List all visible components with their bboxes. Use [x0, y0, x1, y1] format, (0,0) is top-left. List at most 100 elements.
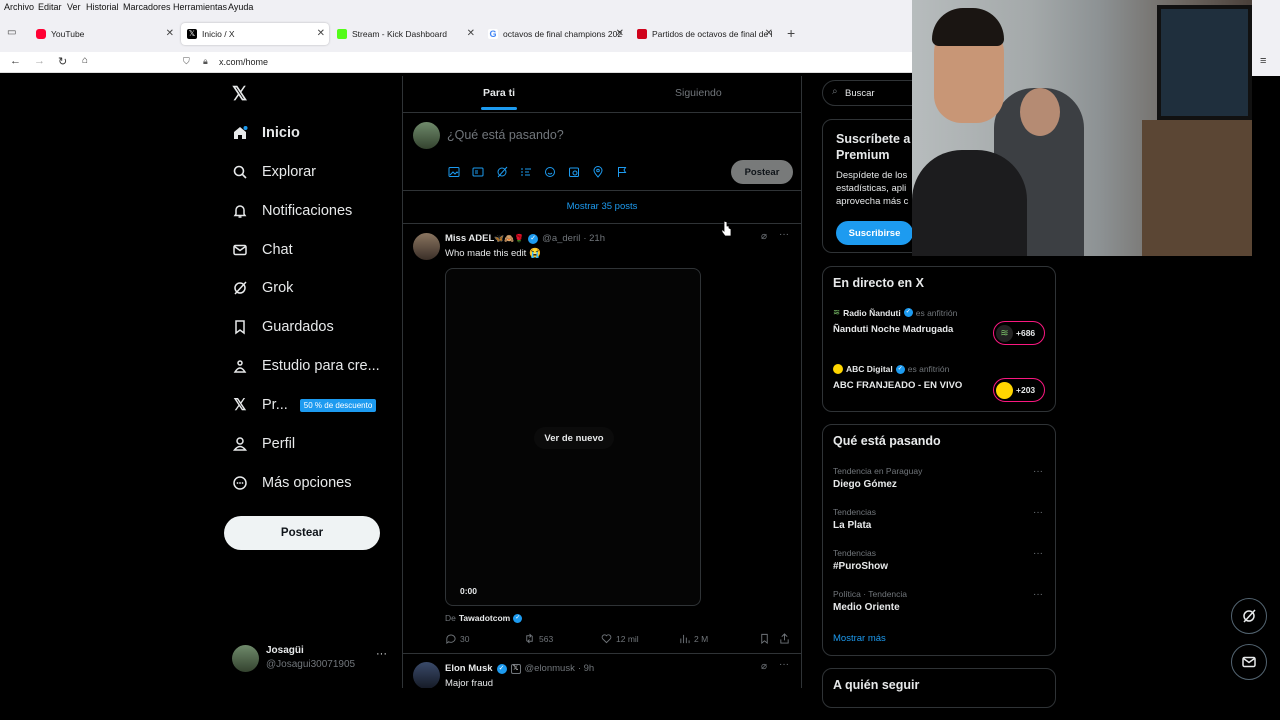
- grok-icon[interactable]: ⌀: [761, 231, 767, 242]
- tweet-time[interactable]: · 21h: [583, 233, 605, 244]
- tab-siguiendo[interactable]: Siguiendo: [675, 87, 722, 99]
- close-icon[interactable]: ✕: [467, 28, 475, 39]
- trend-item[interactable]: Tendencia en Paraguay Diego Gómez: [833, 466, 1047, 490]
- compose-input[interactable]: ¿Qué está pasando?: [447, 128, 564, 142]
- url-text[interactable]: x.com/home: [219, 57, 268, 67]
- avatar[interactable]: [413, 662, 440, 688]
- show-more-posts[interactable]: Mostrar 35 posts: [403, 201, 801, 212]
- tab-x-home[interactable]: 𝕏 Inicio / X ✕: [181, 23, 329, 45]
- reload-icon[interactable]: ↻: [58, 55, 67, 68]
- trend-item[interactable]: Tendencias #PuroShow: [833, 548, 1047, 572]
- nav-notificaciones[interactable]: Notificaciones: [232, 199, 352, 223]
- author-handle[interactable]: @elonmusk: [525, 663, 575, 674]
- more-icon[interactable]: ···: [1033, 466, 1043, 477]
- like-button[interactable]: 12 mil: [601, 633, 639, 644]
- tweet[interactable]: Miss ADEL 🦋🙈🌹 ✓ @a_deril · 21h ⌀ ··· Who…: [403, 224, 801, 652]
- reply-button[interactable]: 30: [445, 633, 469, 644]
- nav-mas-opciones[interactable]: Más opciones: [232, 471, 351, 495]
- live-listeners-pill[interactable]: +203: [993, 378, 1045, 402]
- trend-category: Tendencias: [833, 507, 877, 517]
- replay-button[interactable]: Ver de nuevo: [534, 427, 614, 449]
- mail-icon: [1242, 656, 1256, 668]
- live-listeners-pill[interactable]: ≋ +686: [993, 321, 1045, 345]
- video-player[interactable]: Ver de nuevo 0:00: [445, 268, 701, 606]
- image-icon[interactable]: [448, 166, 460, 178]
- subscribe-button[interactable]: Suscribirse: [836, 221, 913, 245]
- tab-google-search[interactable]: G octavos de final champions 202 ✕: [482, 23, 628, 45]
- author-handle[interactable]: @a_deril: [542, 233, 580, 244]
- search-input[interactable]: Buscar: [845, 88, 875, 99]
- tab-youtube[interactable]: YouTube ✕: [30, 23, 178, 45]
- author-name[interactable]: Elon Musk: [445, 663, 493, 674]
- nav-explorar[interactable]: Explorar: [232, 160, 316, 184]
- tab-kick[interactable]: Stream - Kick Dashboard ✕: [331, 23, 479, 45]
- close-icon[interactable]: ✕: [616, 28, 624, 39]
- location-icon[interactable]: [592, 166, 604, 178]
- post-button[interactable]: Postear: [224, 516, 380, 550]
- nav-estudio-creadores[interactable]: Estudio para cre...: [232, 354, 380, 378]
- more-icon[interactable]: ···: [779, 659, 789, 670]
- tab-partidos[interactable]: Partidos de octavos de final de l ✕: [631, 23, 777, 45]
- menu-archivo[interactable]: Archivo: [4, 2, 34, 12]
- emoji-icon[interactable]: [544, 166, 556, 178]
- source-name[interactable]: Tawadotcom: [459, 613, 510, 623]
- more-icon[interactable]: ···: [779, 229, 789, 240]
- account-switcher[interactable]: Josagüi @Josagui30071905 ···: [224, 642, 400, 678]
- trends-title: Qué está pasando: [833, 434, 941, 448]
- hamburger-menu-icon[interactable]: ≡: [1260, 55, 1266, 67]
- menu-marcadores[interactable]: Marcadores: [123, 2, 171, 12]
- author-name[interactable]: Miss ADEL: [445, 233, 494, 244]
- lock-icon[interactable]: 🔒︎: [203, 56, 208, 67]
- nav-chat[interactable]: Chat: [232, 238, 293, 262]
- youtube-favicon-icon: [36, 29, 46, 39]
- tweet[interactable]: Elon Musk ✓ 𝕏 @elonmusk · 9h ⌀ ··· Major…: [403, 654, 801, 688]
- nav-guardados[interactable]: Guardados: [232, 315, 334, 339]
- menu-ver[interactable]: Ver: [67, 2, 81, 12]
- flag-icon[interactable]: [616, 166, 628, 178]
- nav-perfil[interactable]: Perfil: [232, 432, 295, 456]
- poll-icon[interactable]: [520, 166, 532, 178]
- avatar[interactable]: [413, 233, 440, 260]
- more-icon[interactable]: ···: [376, 648, 387, 660]
- verified-badge-icon: ✓: [528, 233, 539, 244]
- forward-icon[interactable]: →: [34, 55, 45, 67]
- menu-historial[interactable]: Historial: [86, 2, 119, 12]
- back-icon[interactable]: ←: [10, 55, 21, 67]
- trend-item[interactable]: Tendencias La Plata: [833, 507, 1047, 531]
- menu-herramientas[interactable]: Herramientas: [173, 2, 227, 12]
- grok-icon[interactable]: ⌀: [761, 661, 767, 672]
- menu-editar[interactable]: Editar: [38, 2, 62, 12]
- share-icon[interactable]: [779, 633, 790, 644]
- more-icon[interactable]: ···: [1033, 589, 1043, 600]
- nav-premium[interactable]: 𝕏 Pr... 50 % de descuento: [232, 393, 377, 417]
- trend-item[interactable]: Política · Tendencia Medio Oriente: [833, 589, 1047, 613]
- nav-grok[interactable]: Grok: [232, 276, 293, 300]
- views-button[interactable]: 2 M: [679, 633, 708, 644]
- more-icon[interactable]: ···: [1033, 548, 1043, 559]
- shield-icon[interactable]: ⛉: [183, 56, 190, 67]
- close-icon[interactable]: ✕: [317, 28, 325, 39]
- show-more-trends[interactable]: Mostrar más: [833, 633, 886, 644]
- new-tab-button[interactable]: +: [787, 25, 795, 41]
- grok-icon[interactable]: [496, 166, 508, 178]
- tab-list-icon[interactable]: ▭: [7, 27, 16, 38]
- bookmark-icon[interactable]: [759, 633, 770, 644]
- more-icon[interactable]: ···: [1033, 507, 1043, 518]
- close-icon[interactable]: ✕: [166, 28, 174, 39]
- repost-button[interactable]: 563: [524, 633, 553, 644]
- live-item[interactable]: ≋ Radio Ñanduti ✓ es anfitrión Ñanduti N…: [833, 307, 1047, 347]
- compose-post-button[interactable]: Postear: [731, 160, 793, 184]
- menu-ayuda[interactable]: Ayuda: [228, 2, 253, 12]
- tab-para-ti[interactable]: Para ti: [483, 87, 515, 99]
- grok-float-button[interactable]: [1231, 598, 1267, 634]
- gif-icon[interactable]: [472, 166, 484, 178]
- nav-inicio[interactable]: Inicio: [232, 121, 300, 145]
- tweet-time[interactable]: · 9h: [578, 663, 594, 674]
- close-icon[interactable]: ✕: [765, 28, 773, 39]
- schedule-icon[interactable]: [568, 166, 580, 178]
- messages-float-button[interactable]: [1231, 644, 1267, 680]
- tweet-text: Major fraud: [445, 678, 494, 688]
- home-icon[interactable]: ⌂: [82, 55, 88, 66]
- live-item[interactable]: ABC Digital ✓ es anfitrión ABC FRANJEADO…: [833, 364, 1047, 404]
- x-logo-icon[interactable]: 𝕏: [232, 83, 247, 106]
